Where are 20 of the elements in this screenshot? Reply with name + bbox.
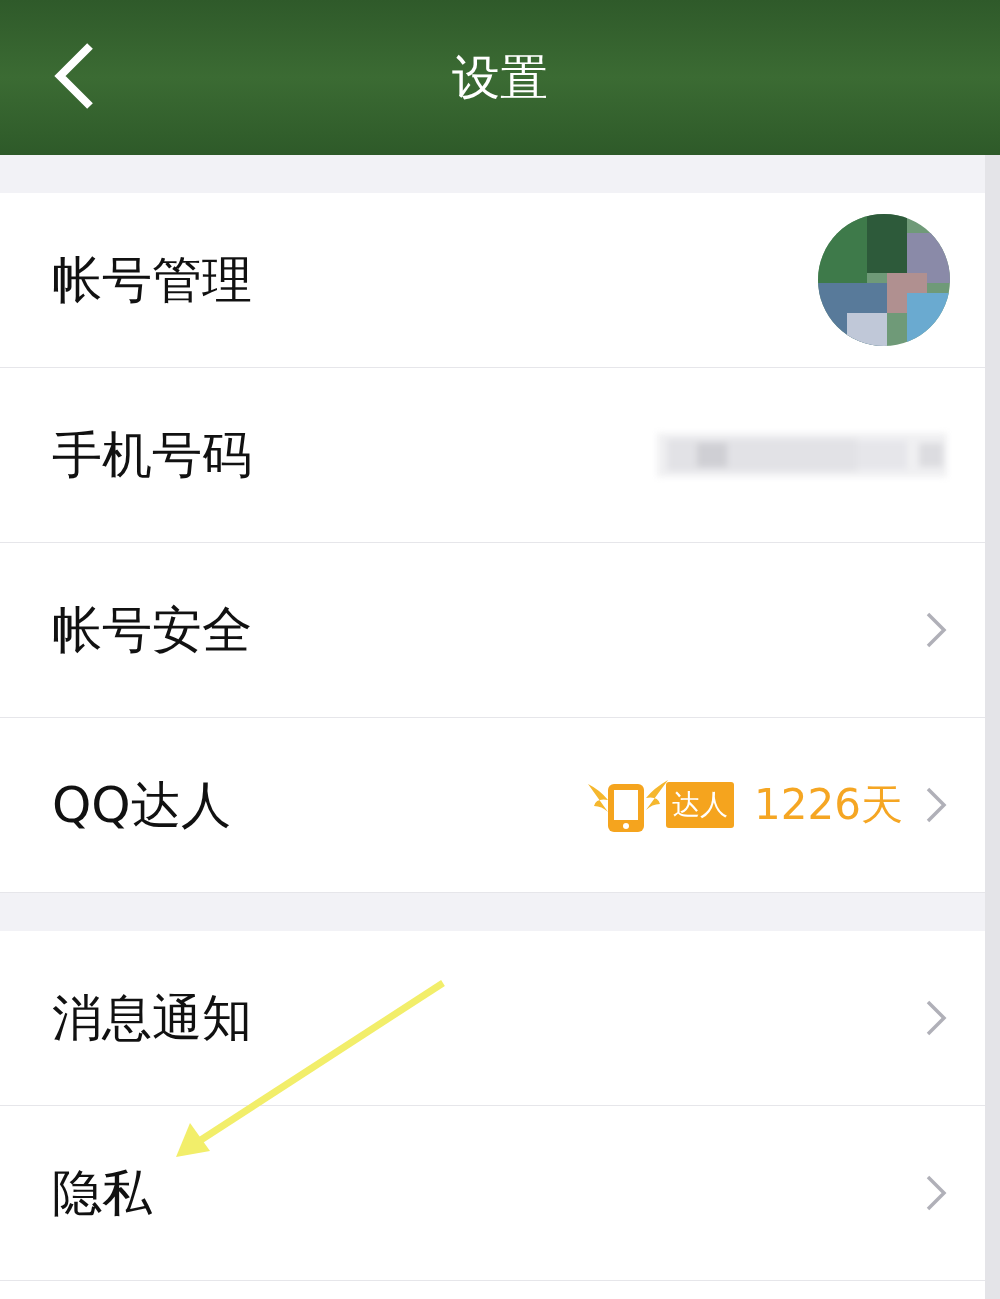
row-label: 隐私 bbox=[52, 1162, 153, 1224]
settings-row[interactable]: 帐号安全 bbox=[0, 543, 985, 718]
settings-row[interactable]: 帐号管理 bbox=[0, 193, 985, 368]
chevron-icon bbox=[925, 786, 947, 824]
row-label: QQ达人 bbox=[52, 774, 232, 836]
row-label: 帐号管理 bbox=[52, 249, 253, 311]
row-label: 手机号码 bbox=[52, 424, 253, 486]
settings-row[interactable]: QQ达人 达人 1226天 bbox=[0, 718, 985, 893]
back-icon[interactable] bbox=[52, 42, 96, 110]
settings-row[interactable]: 消息通知 bbox=[0, 931, 985, 1106]
settings-row[interactable]: 隐私 bbox=[0, 1106, 985, 1281]
chevron-icon bbox=[925, 999, 947, 1037]
chevron-icon bbox=[925, 611, 947, 649]
page-title: 设置 bbox=[452, 47, 548, 107]
chevron-icon bbox=[925, 1174, 947, 1212]
badge-label: 达人 bbox=[666, 782, 735, 828]
row-label: 帐号安全 bbox=[52, 599, 253, 661]
settings-row[interactable]: 手机号码 bbox=[0, 368, 985, 543]
days-count: 1226天 bbox=[754, 779, 903, 831]
row-label: 消息通知 bbox=[52, 987, 253, 1049]
